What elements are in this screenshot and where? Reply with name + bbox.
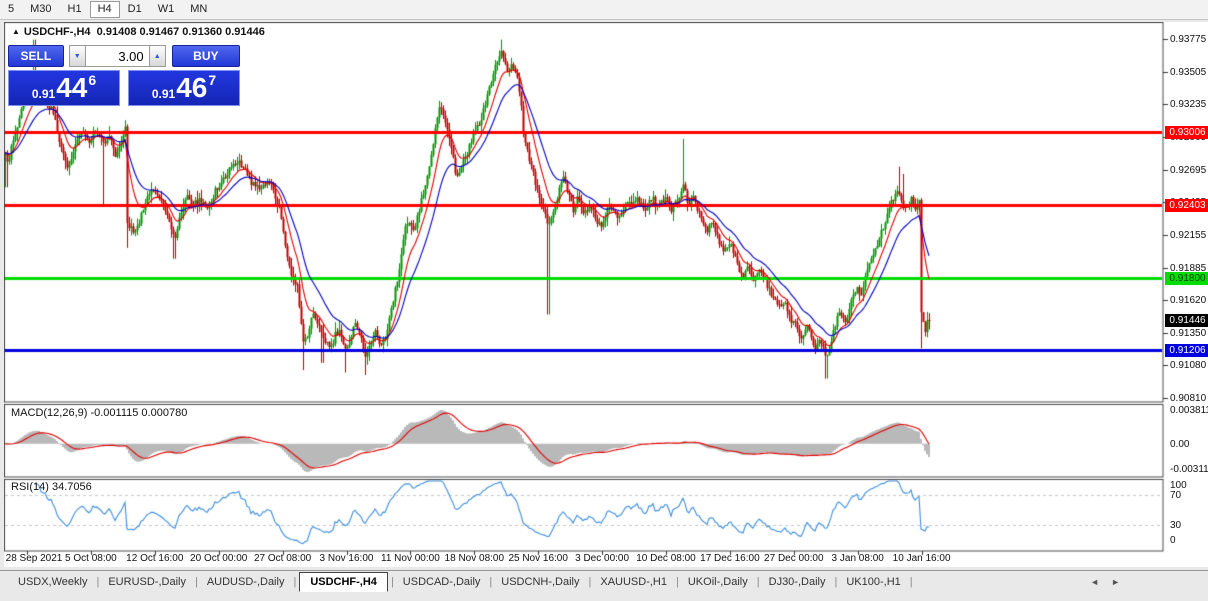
buy-price-pip: 7	[208, 72, 216, 88]
hline-price-label: 0.91800	[1165, 272, 1208, 285]
time-axis-label: 10 Dec 08:00	[636, 553, 696, 564]
timeframe-button-w1[interactable]: W1	[150, 1, 183, 18]
tab-separator: |	[586, 576, 595, 588]
sell-button[interactable]: SELL	[8, 45, 64, 67]
time-axis-label: 3 Jan 08:00	[832, 553, 884, 564]
tab-scroll-right-icon[interactable]: ►	[1111, 577, 1120, 587]
chart-tab-audusd-daily[interactable]: AUDUSD-,Daily	[201, 572, 291, 592]
price-axis-tick: 0.92155	[1170, 230, 1208, 241]
time-axis-label: 12 Oct 16:00	[126, 553, 183, 564]
price-axis-tick: 0.92695	[1170, 165, 1208, 176]
chart-tab-dj30-daily[interactable]: DJ30-,Daily	[763, 572, 832, 592]
rsi-axis-label: 70	[1170, 490, 1181, 501]
hline-price-label: 0.93006	[1165, 126, 1208, 139]
buy-price-big: 46	[176, 73, 207, 103]
chart-tab-usdx-weekly[interactable]: USDX,Weekly	[12, 572, 93, 592]
time-axis-label: 10 Jan 16:00	[893, 553, 951, 564]
sell-price-display[interactable]: 0.91 44 6	[8, 70, 120, 106]
macd-axis-label: 0.003811	[1170, 405, 1208, 416]
sell-price-prefix: 0.91	[32, 87, 55, 101]
rsi-axis-label: 30	[1170, 520, 1181, 531]
order-panel: SELL ▼ ▲ BUY 0.91 44 6 0.91 46 7	[8, 45, 240, 107]
order-panel-prices: 0.91 44 6 0.91 46 7	[8, 70, 240, 106]
time-axis-label: 25 Nov 16:00	[508, 553, 568, 564]
chart-tab-ukoil-daily[interactable]: UKOil-,Daily	[682, 572, 754, 592]
tab-separator: |	[907, 576, 916, 588]
price-axis-tick: 0.91080	[1170, 360, 1208, 371]
chart-tab-usdcnh-daily[interactable]: USDCNH-,Daily	[495, 572, 585, 592]
buy-price-prefix: 0.91	[152, 87, 175, 101]
timeframe-toolbar: 5M30H1H4D1W1MN	[0, 0, 1208, 20]
tab-separator: |	[486, 576, 495, 588]
timeframe-button-h1[interactable]: H1	[60, 1, 90, 18]
price-axis-tick: 0.91620	[1170, 295, 1208, 306]
volume-input[interactable]	[86, 45, 149, 67]
time-axis-label: 5 Oct 08:00	[65, 553, 117, 564]
chart-tab-eurusd-daily[interactable]: EURUSD-,Daily	[102, 572, 192, 592]
tab-separator: |	[93, 576, 102, 588]
price-axis-tick: 0.90810	[1170, 393, 1208, 404]
time-axis-label: 3 Dec 00:00	[575, 553, 629, 564]
volume-stepper: ▼ ▲	[69, 45, 166, 67]
collapse-icon[interactable]: ▲	[12, 27, 20, 36]
buy-price-display[interactable]: 0.91 46 7	[128, 70, 240, 106]
chart-tab-bar: USDX,Weekly|EURUSD-,Daily|AUDUSD-,Daily|…	[0, 570, 1208, 601]
price-axis-tick: 0.93775	[1170, 34, 1208, 45]
time-axis-label: 28 Sep 2021	[6, 553, 63, 564]
time-axis-label: 18 Nov 08:00	[445, 553, 505, 564]
timeframe-button-m30[interactable]: M30	[22, 1, 59, 18]
tab-separator: |	[388, 576, 397, 588]
timeframe-button-d1[interactable]: D1	[120, 1, 150, 18]
price-axis-tick: 0.93235	[1170, 99, 1208, 110]
tab-scroll-left-icon[interactable]: ◄	[1090, 577, 1099, 587]
rsi-indicator-label: RSI(14) 34.7056	[11, 481, 92, 493]
buy-button[interactable]: BUY	[172, 45, 240, 67]
sell-price-big: 44	[56, 73, 87, 103]
chart-title: ▲ USDCHF-,H4 0.91408 0.91467 0.91360 0.91…	[12, 26, 265, 38]
macd-axis-label: -0.003115	[1170, 464, 1208, 475]
tab-separator: |	[831, 576, 840, 588]
chart-tab-usdchf-h4[interactable]: USDCHF-,H4	[299, 572, 388, 592]
time-axis-label: 11 Nov 00:00	[381, 553, 440, 564]
price-axis-tick: 0.93505	[1170, 67, 1208, 78]
tab-separator: |	[754, 576, 763, 588]
time-axis-label: 20 Oct 00:00	[190, 553, 247, 564]
current-price-label: 0.91446	[1165, 314, 1208, 327]
time-axis-label: 17 Dec 16:00	[700, 553, 760, 564]
tab-scroll-buttons: ◄ ►	[1090, 577, 1120, 587]
chart-tabs: USDX,Weekly|EURUSD-,Daily|AUDUSD-,Daily|…	[12, 571, 916, 593]
hline-price-label: 0.91206	[1165, 344, 1208, 357]
tab-separator: |	[192, 576, 201, 588]
sell-price-pip: 6	[88, 72, 96, 88]
chart-ohlc-values: 0.91408 0.91467 0.91360 0.91446	[97, 26, 265, 38]
chart-window: ▲ USDCHF-,H4 0.91408 0.91467 0.91360 0.91…	[4, 22, 1208, 567]
macd-indicator-label: MACD(12,26,9) -0.001115 0.000780	[11, 407, 187, 419]
time-axis-label: 27 Dec 00:00	[764, 553, 824, 564]
chart-tab-xauusd-h1[interactable]: XAUUSD-,H1	[594, 572, 673, 592]
volume-increment-button[interactable]: ▲	[149, 45, 166, 67]
trading-terminal: 5M30H1H4D1W1MN ▲ USDCHF-,H4 0.91408 0.914…	[0, 0, 1208, 601]
timeframe-button-5[interactable]: 5	[0, 1, 22, 18]
chart-tab-uk100-h1[interactable]: UK100-,H1	[840, 572, 906, 592]
price-axis-tick: 0.91350	[1170, 328, 1208, 339]
order-panel-controls: SELL ▼ ▲ BUY	[8, 45, 240, 67]
rsi-axis-label: 0	[1170, 535, 1176, 546]
hline-price-label: 0.92403	[1165, 199, 1208, 212]
macd-axis-label: 0.00	[1170, 439, 1189, 450]
timeframe-button-h4[interactable]: H4	[90, 1, 120, 18]
chart-symbol-label: USDCHF-,H4	[24, 26, 91, 38]
tab-separator: |	[673, 576, 682, 588]
time-axis-label: 3 Nov 16:00	[320, 553, 374, 564]
volume-decrement-button[interactable]: ▼	[69, 45, 86, 67]
chart-tab-usdcad-daily[interactable]: USDCAD-,Daily	[397, 572, 487, 592]
tab-separator: |	[290, 576, 299, 588]
time-axis-label: 27 Oct 08:00	[254, 553, 311, 564]
timeframe-button-mn[interactable]: MN	[182, 1, 215, 18]
